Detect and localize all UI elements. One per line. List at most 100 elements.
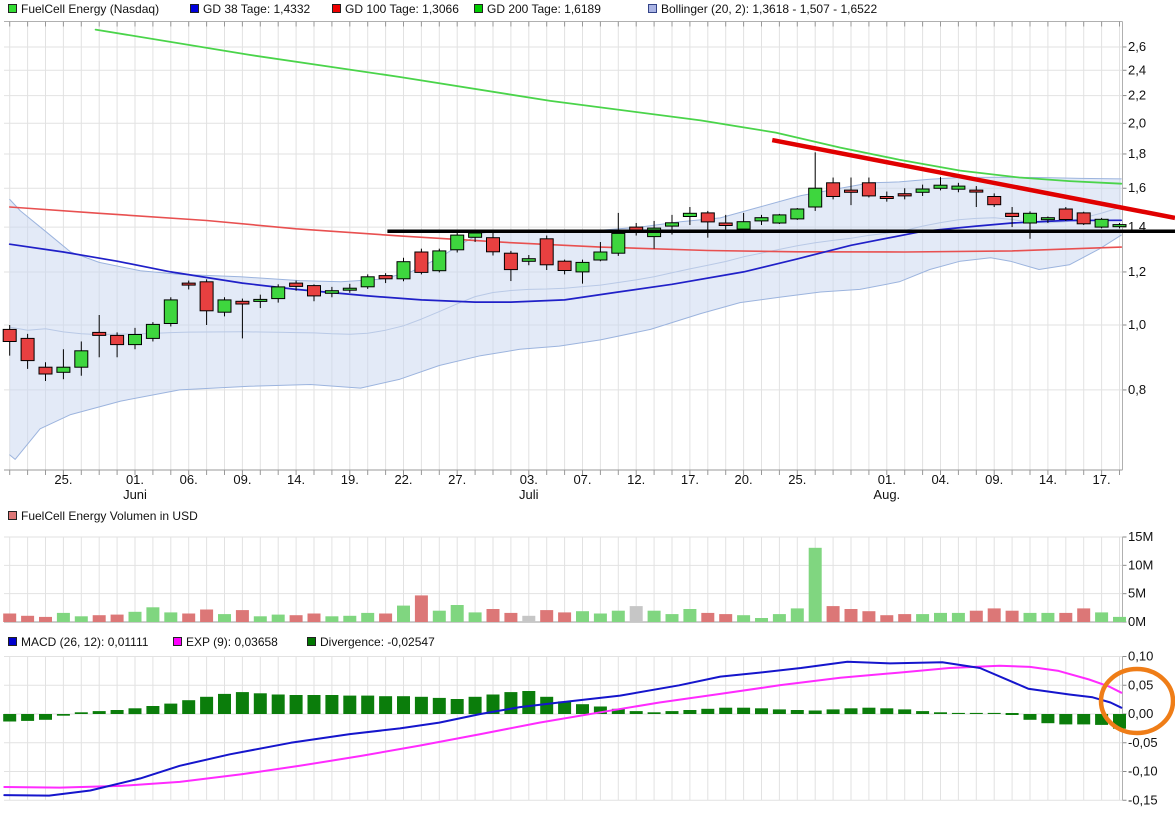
month-label: Aug.: [873, 487, 900, 502]
candle-body: [146, 324, 159, 338]
volume-bar: [451, 605, 464, 622]
macd-histogram-bar: [93, 711, 106, 714]
macd-histogram-bar: [791, 710, 804, 714]
gd200-swatch-icon: [474, 4, 483, 13]
volume-axis-label: 15M: [1128, 529, 1153, 544]
volume-bar: [755, 618, 768, 622]
candle-body: [21, 338, 34, 360]
volume-bar: [290, 615, 303, 622]
candle-body: [75, 351, 88, 367]
macd-histogram-bar: [290, 695, 303, 714]
date-label: 12.: [627, 472, 645, 487]
candle-body: [576, 262, 589, 272]
macd-histogram-bar: [451, 699, 464, 714]
volume-bar: [612, 611, 625, 622]
candle-body: [111, 335, 124, 344]
date-label: 22.: [394, 472, 412, 487]
macd-histogram-bar: [111, 710, 124, 714]
volume-bar: [415, 595, 428, 622]
price-legend: FuelCell Energy (Nasdaq) GD 38 Tage: 1,4…: [0, 1, 1175, 19]
volume-legend: FuelCell Energy Volumen in USD: [0, 508, 1175, 526]
candle-body: [988, 197, 1001, 205]
chart-canvas[interactable]: 2,62,42,22,01,81,61,41,21,00,815M10M5M0M…: [0, 0, 1175, 815]
macd-histogram-bar: [1041, 714, 1054, 723]
candle-body: [164, 300, 177, 324]
macd-histogram-bar: [343, 696, 356, 714]
macd-histogram-bar: [182, 700, 195, 714]
candle-body: [845, 190, 858, 192]
macd-axis-label: 0,00: [1128, 706, 1153, 721]
volume-bar: [236, 610, 249, 622]
macd-histogram-bar: [934, 712, 947, 714]
date-label: 25.: [54, 472, 72, 487]
volume-bar: [469, 612, 482, 622]
volume-bar: [164, 612, 177, 622]
volume-bar: [648, 611, 661, 622]
candle-body: [558, 261, 571, 270]
volume-bar: [343, 616, 356, 622]
candle-body: [809, 188, 822, 207]
candle-body: [1059, 209, 1072, 220]
stock-chart: 2,62,42,22,01,81,61,41,21,00,815M10M5M0M…: [0, 0, 1175, 815]
date-label: 01.: [878, 472, 896, 487]
macd-histogram-bar: [272, 695, 285, 715]
date-label: 17.: [681, 472, 699, 487]
candle-body: [773, 215, 786, 223]
volume-bar: [433, 611, 446, 622]
divergence-swatch-icon: [307, 637, 316, 646]
volume-bar: [1024, 613, 1037, 622]
volume-bar: [791, 608, 804, 622]
date-label: 25.: [788, 472, 806, 487]
date-label: 19.: [341, 472, 359, 487]
volume-bar: [487, 609, 500, 622]
candle-body: [343, 288, 356, 290]
volume-bar: [809, 548, 822, 622]
volume-bar: [272, 615, 285, 622]
volume-bar: [111, 615, 124, 622]
volume-bar: [845, 609, 858, 622]
macd-histogram-bar: [21, 714, 34, 721]
macd-histogram-bar: [3, 714, 16, 722]
candle-body: [254, 299, 267, 301]
volume-bar: [576, 611, 589, 622]
macd-histogram-bar: [737, 708, 750, 714]
candle-body: [487, 238, 500, 252]
date-label: 04.: [931, 472, 949, 487]
month-label: Juni: [123, 487, 147, 502]
candle-body: [200, 282, 213, 311]
volume-bar: [182, 614, 195, 623]
macd-histogram-bar: [397, 696, 410, 714]
macd-histogram-bar: [683, 710, 696, 714]
volume-bar: [129, 612, 142, 622]
volume-bar: [862, 611, 875, 622]
macd-histogram-bar: [433, 698, 446, 714]
volume-bar: [1059, 613, 1072, 622]
volume-bar: [1041, 613, 1054, 622]
macd-histogram-bar: [1024, 714, 1037, 720]
candle-body: [361, 277, 374, 287]
instrument-swatch-icon: [8, 4, 17, 13]
volume-bar: [218, 614, 231, 622]
volume-bar: [827, 606, 840, 622]
macd-histogram-bar: [970, 713, 983, 714]
candle-body: [433, 251, 446, 271]
candle-body: [540, 239, 553, 265]
candle-body: [612, 233, 625, 253]
volume-bar: [3, 614, 16, 623]
volume-bar: [970, 611, 983, 622]
macd-histogram-bar: [57, 714, 70, 716]
macd-swatch-icon: [8, 637, 17, 646]
macd-histogram-bar: [755, 708, 768, 714]
macd-histogram-bar: [845, 708, 858, 714]
candle-body: [701, 213, 714, 222]
macd-legend: MACD (26, 12): 0,01111 EXP (9): 0,03658 …: [0, 634, 1175, 652]
candle-body: [916, 189, 929, 192]
macd-histogram-bar: [576, 704, 589, 714]
macd-histogram-bar: [898, 709, 911, 714]
volume-bar: [934, 613, 947, 622]
macd-histogram-bar: [880, 708, 893, 714]
macd-histogram-bar: [701, 709, 714, 714]
macd-histogram-bar: [325, 695, 338, 714]
candle-body: [504, 253, 517, 269]
candle-body: [1041, 218, 1054, 220]
